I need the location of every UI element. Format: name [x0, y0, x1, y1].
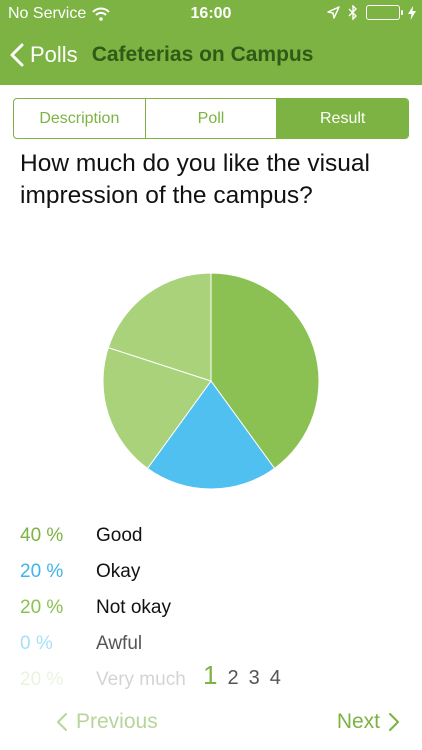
chevron-left-icon	[10, 43, 24, 67]
pie-chart-svg	[102, 272, 320, 490]
result-row-not-okay: 20 % Not okay	[20, 590, 400, 626]
result-row-okay: 20 % Okay	[20, 554, 400, 590]
status-bar: No Service 16:00	[0, 0, 422, 28]
tab-poll[interactable]: Poll	[144, 99, 277, 138]
page-indicator: 1 2 3 4	[203, 660, 281, 691]
battery-icon	[366, 5, 403, 20]
pie-chart	[100, 270, 322, 492]
tab-description[interactable]: Description	[14, 99, 145, 138]
result-percent: 0 %	[20, 633, 53, 654]
charging-bolt-icon	[408, 5, 416, 20]
result-row-good: 40 % Good	[20, 518, 400, 554]
bluetooth-icon	[348, 5, 357, 20]
page-title: Cafeterias on Campus	[91, 43, 314, 66]
result-label: Awful	[96, 633, 143, 654]
nav-bar: Polls Cafeterias on Campus	[0, 30, 422, 80]
result-label: Okay	[96, 561, 141, 582]
result-row-awful: 0 % Awful	[20, 626, 400, 662]
location-arrow-icon	[327, 6, 340, 19]
page-4[interactable]: 4	[270, 667, 281, 690]
tab-result[interactable]: Result	[276, 99, 408, 138]
result-percent: 40 %	[20, 525, 64, 546]
bottom-navigation: Previous Next	[0, 700, 422, 744]
segmented-control: Description Poll Result	[13, 98, 409, 139]
page-1[interactable]: 1	[203, 660, 217, 691]
header: No Service 16:00 Polls Cafeterias on Cam…	[0, 0, 422, 85]
previous-label: Previous	[76, 710, 158, 733]
page-2[interactable]: 2	[227, 667, 238, 690]
back-button[interactable]: Polls	[0, 42, 78, 68]
result-percent: 20 %	[20, 669, 64, 690]
result-label: Good	[96, 525, 143, 546]
back-label: Polls	[30, 42, 78, 67]
next-label: Next	[336, 710, 380, 733]
page-3[interactable]: 3	[249, 667, 260, 690]
result-percent: 20 %	[20, 597, 64, 618]
status-right	[327, 5, 416, 20]
previous-button[interactable]: Previous	[56, 710, 158, 734]
result-label: Very much	[96, 669, 186, 690]
chevron-right-icon	[389, 713, 399, 731]
next-button[interactable]: Next	[337, 710, 400, 734]
chevron-left-icon	[57, 713, 67, 731]
question-text: How much do you like the visual impressi…	[20, 150, 370, 209]
result-label: Not okay	[96, 597, 171, 618]
result-percent: 20 %	[20, 561, 64, 582]
